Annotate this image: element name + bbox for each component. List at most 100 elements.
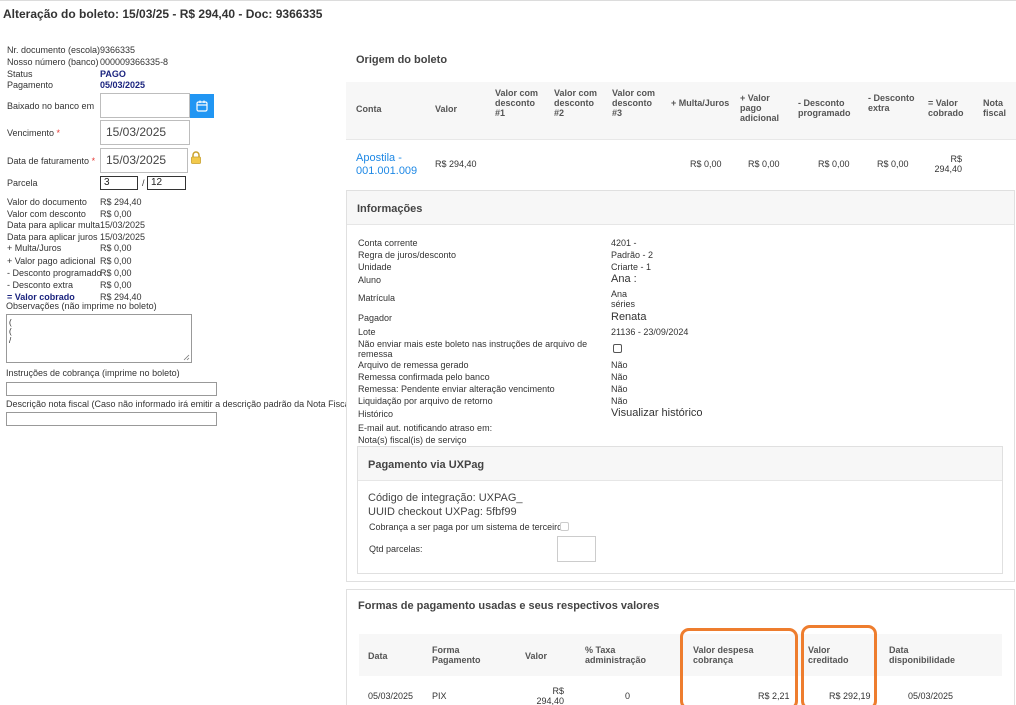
uxpag-qtd-label: Qtd parcelas: [369,544,423,554]
formas-taxa: 0 [625,691,631,701]
page-title: Alteração do boleto: 15/03/25 - R$ 294,4… [3,7,323,21]
info-label: Remessa: Pendente enviar alteração venci… [358,384,555,394]
summary-value: R$ 0,00 [100,256,132,266]
faturamento-input[interactable]: 15/03/2025 [100,148,188,173]
origem-th-desc-programado: - Desconto programado [798,98,851,118]
origem-pago-adicional: R$ 0,00 [748,159,780,169]
info-label: Liquidação por arquivo de retorno [358,396,493,406]
descricao-nf-input[interactable] [6,412,217,426]
info-value: 21136 - 23/09/2024 [611,327,689,337]
info-label: Pagador [358,313,393,323]
nosso-numero-label: Nosso número (banco) [7,57,99,67]
calendar-button[interactable] [190,94,214,118]
origem-th-conta: Conta [356,104,382,114]
origem-th-pago-adicional: + Valor pago adicional [740,93,780,123]
summary-value: R$ 0,00 [100,268,132,278]
descricao-nf-label: Descrição nota fiscal (Caso não informad… [6,399,355,409]
info-label: Remessa confirmada pelo banco [358,372,490,382]
vencimento-input[interactable]: 15/03/2025 [100,120,190,145]
info-value: Não [611,384,628,394]
origem-th-nota-fiscal: Nota fiscal [983,98,1007,118]
summary-label: Data para aplicar multa [7,220,101,230]
observacoes-line: ( [9,318,12,327]
summary-value: R$ 0,00 [100,280,132,290]
info-value: Não [611,396,628,406]
origem-th-desc-extra: - Desconto extra [868,93,915,113]
nao-enviar-checkbox[interactable] [613,344,622,353]
parcela-total-input[interactable]: 12 [147,176,186,190]
info-label: Matrícula [358,293,396,303]
pagamento-value: 05/03/2025 [100,80,146,90]
info-value: Não [611,360,628,370]
highlight-creditado [801,625,877,705]
informacoes-header [347,191,1014,225]
origem-conta-link[interactable]: Apostila - 001.001.009 [356,152,426,178]
origem-th-desc1: Valor com desconto #1 [495,88,539,118]
info-link[interactable]: Ana : [611,274,637,285]
observacoes-label: Observações (não imprime no boleto) [6,301,157,311]
info-label: Unidade [358,262,392,272]
calendar-icon [196,100,208,112]
origem-th-desc2: Valor com desconto #2 [554,88,598,118]
lock-icon[interactable] [190,151,202,166]
observacoes-textarea[interactable]: ( ( / [6,314,192,363]
baixado-label: Baixado no banco em [7,101,95,111]
formas-forma: PIX [432,691,447,701]
info-label: Conta corrente [358,238,418,248]
top-border [0,0,1016,1]
info-label: E-mail aut. notificando atraso em: [358,423,493,433]
uxpag-title: Pagamento via UXPag [368,459,485,471]
baixado-date-input[interactable] [100,93,190,118]
vencimento-label: Vencimento * [7,128,61,138]
origem-th-valor: Valor [435,104,458,114]
summary-label: + Multa/Juros [7,243,62,253]
pagamento-label: Pagamento [7,80,54,90]
instrucoes-label: Instruções de cobrança (imprime no bolet… [6,368,180,378]
info-label: Nota(s) fiscal(is) de serviço [358,435,467,445]
summary-label: Data para aplicar juros [7,232,98,242]
summary-value: R$ 294,40 [100,197,142,207]
formas-th-valor: Valor [525,651,548,661]
info-label: Lote [358,327,376,337]
formas-th-data: Data [368,651,388,661]
summary-value: 15/03/2025 [100,232,146,242]
nr-documento-value: 9366335 [100,45,136,55]
uxpag-uuid: UUID checkout UXPag: 5fbf99 [368,506,517,518]
info-link[interactable]: Visualizar histórico [611,408,703,419]
origem-valor-cobrado: R$ 294,40 [934,154,962,174]
status-label: Status [7,69,33,79]
info-value: Ana séries [611,289,636,309]
info-label: Não enviar mais este boleto nas instruçõ… [358,339,588,359]
info-link[interactable]: Renata [611,312,646,323]
origem-th-multa: + Multa/Juros [671,98,730,108]
origem-multa: R$ 0,00 [690,159,722,169]
uxpag-terceiro-checkbox[interactable] [560,522,569,531]
parcela-label: Parcela [7,178,38,188]
nr-documento-label: Nr. documento (escola) [7,45,101,55]
uxpag-codigo: Código de integração: UXPAG_ [368,492,523,504]
uxpag-qtd-input[interactable] [557,536,596,562]
parcela-input[interactable]: 3 [100,176,138,190]
formas-title: Formas de pagamento usadas e seus respec… [358,600,660,612]
origem-desc-extra: R$ 0,00 [877,159,909,169]
origem-valor: R$ 294,40 [435,159,477,169]
faturamento-label: Data de faturamento * [7,156,96,166]
informacoes-title: Informações [357,203,423,215]
info-label: Regra de juros/desconto [358,250,457,260]
parcela-separator: / [142,178,145,188]
highlight-despesa [680,628,798,705]
info-value: Não [611,372,628,382]
nosso-numero-value: 000009366335-8 [100,57,169,67]
summary-value: R$ 0,00 [100,209,132,219]
origem-title: Origem do boleto [356,54,448,66]
formas-valor: R$ 294,40 [536,686,564,705]
origem-th-valor-cobrado: = Valor cobrado [928,98,964,118]
summary-label: Valor com desconto [7,209,86,219]
summary-label: + Valor pago adicional [7,256,96,266]
instrucoes-input[interactable] [6,382,217,396]
observacoes-line: / [9,336,12,345]
info-value: Criarte - 1 [611,262,652,272]
divider [346,139,1016,140]
resize-handle-icon[interactable] [183,354,190,361]
formas-th-taxa: % Taxa administração [585,645,647,665]
